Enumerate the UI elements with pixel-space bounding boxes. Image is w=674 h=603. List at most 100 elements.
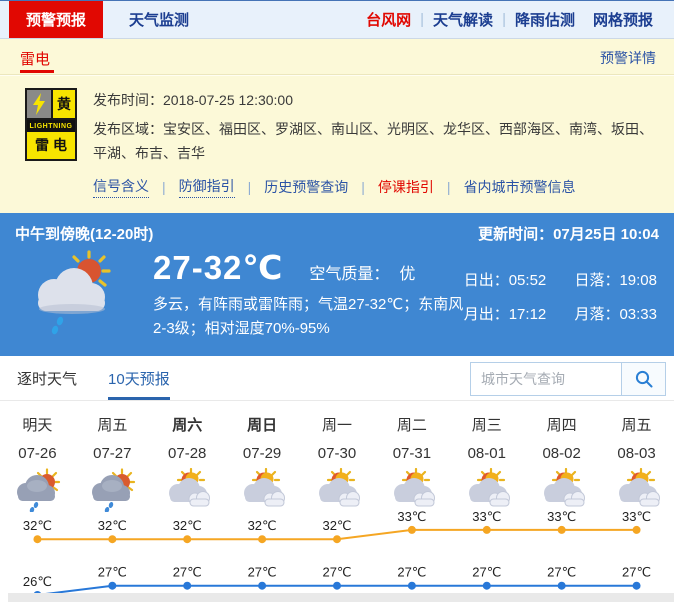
warning-body: 黄 LIGHTNING 雷电 发布时间：2018-07-25 12:30:00 … bbox=[0, 75, 674, 198]
forecast-day-column[interactable]: 周一 07-30 bbox=[300, 414, 375, 512]
horizontal-scrollbar[interactable] bbox=[8, 593, 674, 602]
chart-point bbox=[258, 582, 266, 590]
publish-area-line: 发布区域：宝安区、福田区、罗湖区、南山区、光明区、龙华区、西部海区、南湾、坂田、… bbox=[93, 117, 653, 165]
link-separator: | bbox=[361, 179, 365, 195]
warning-color-char: 黄 bbox=[53, 90, 75, 118]
forecast-day-column[interactable]: 周六07-28 bbox=[150, 414, 225, 512]
chart-point bbox=[633, 582, 641, 590]
chart-point bbox=[33, 535, 41, 543]
chart-point bbox=[633, 526, 641, 534]
lightning-bolt-icon bbox=[27, 90, 53, 118]
chart-point bbox=[333, 582, 341, 590]
warning-panel-header: 雷电 预警详情 bbox=[0, 39, 674, 75]
tab-weather-monitor-label: 天气监测 bbox=[129, 9, 189, 30]
chart-point bbox=[483, 582, 491, 590]
nav-links: 台风网|天气解读|降雨估测网格预报 bbox=[357, 1, 674, 38]
chart-point bbox=[558, 582, 566, 590]
day-date: 07-26 bbox=[0, 445, 75, 462]
publish-time-label: 发布时间： bbox=[93, 92, 163, 108]
day-name: 明天 bbox=[0, 414, 75, 435]
air-quality: 空气质量：优 bbox=[309, 260, 415, 284]
tab-weather-monitor[interactable]: 天气监测 bbox=[103, 1, 215, 38]
tab-hourly-weather[interactable]: 逐时天气 bbox=[17, 356, 77, 400]
temp-label: 27℃ bbox=[173, 565, 202, 580]
forecast-day-column[interactable]: 明天 07-26 bbox=[0, 414, 75, 512]
warning-link-2[interactable]: 防御指引 bbox=[179, 176, 235, 198]
sunset-time: 日落：19:08 bbox=[574, 272, 657, 289]
warning-type-text: 雷电 bbox=[27, 132, 75, 157]
warning-panel: 雷电 预警详情 黄 LIGHTNING 雷电 发布时间：2018-07-25 1… bbox=[0, 39, 674, 213]
link-separator: | bbox=[248, 179, 252, 195]
forecast-tab-bar: 逐时天气 10天预报 bbox=[0, 356, 674, 401]
warning-link-4[interactable]: 停课指引 bbox=[378, 177, 434, 197]
forecast-days: 明天07-26 周五07-27 周六 bbox=[0, 401, 674, 512]
warning-link-1[interactable]: 信号含义 bbox=[93, 176, 149, 198]
chart-point bbox=[408, 526, 416, 534]
publish-time-line: 发布时间：2018-07-25 12:30:00 bbox=[93, 90, 656, 110]
forecast-day-column[interactable]: 周三 08-01 bbox=[449, 414, 524, 512]
warning-link-5[interactable]: 省内城市预警信息 bbox=[464, 177, 576, 197]
forecast-day-column[interactable]: 周四 08-02 bbox=[524, 414, 599, 512]
sun-moon-times: 日出：05:52 日落：19:08 月出：17:12 月落：03:33 bbox=[464, 248, 657, 341]
day-name: 周二 bbox=[374, 414, 449, 435]
day-name: 周三 bbox=[449, 414, 524, 435]
chart-point bbox=[558, 526, 566, 534]
update-time: 更新时间：07月25日 10:04 bbox=[478, 223, 659, 244]
forecast-period-label: 中午到傍晚(12-20时) bbox=[15, 223, 153, 244]
nav-link-4[interactable]: 网格预报 bbox=[584, 9, 662, 30]
tab-warning-forecast[interactable]: 预警预报 bbox=[9, 1, 103, 38]
day-name: 周一 bbox=[300, 414, 375, 435]
search-icon bbox=[634, 369, 654, 389]
city-search bbox=[470, 362, 666, 396]
search-button[interactable] bbox=[622, 362, 666, 396]
day-date: 07-30 bbox=[300, 445, 375, 462]
day-date: 07-29 bbox=[225, 445, 300, 462]
warning-links: 信号含义|防御指引|历史预警查询|停课指引|省内城市预警信息 bbox=[93, 176, 656, 198]
warning-link-3[interactable]: 历史预警查询 bbox=[264, 177, 348, 197]
temp-label: 33℃ bbox=[622, 509, 651, 524]
city-search-input[interactable] bbox=[470, 362, 622, 396]
nav-link-1[interactable]: 台风网 bbox=[357, 9, 420, 30]
warning-band-text: LIGHTNING bbox=[27, 120, 75, 132]
day-date: 08-02 bbox=[524, 445, 599, 462]
publish-area-value: 宝安区、福田区、罗湖区、南山区、光明区、龙华区、西部海区、南湾、坂田、平湖、布吉… bbox=[93, 121, 653, 161]
temp-label: 26℃ bbox=[23, 574, 52, 589]
temp-label: 27℃ bbox=[397, 565, 426, 580]
current-conditions-panel: 中午到傍晚(12-20时) 更新时间：07月25日 10:04 bbox=[0, 213, 674, 356]
temp-label: 27℃ bbox=[98, 565, 127, 580]
day-date: 07-31 bbox=[374, 445, 449, 462]
tab-ten-day-forecast[interactable]: 10天预报 bbox=[108, 356, 170, 400]
temp-label: 32℃ bbox=[248, 518, 277, 533]
forecast-day-column[interactable]: 周二 07-31 bbox=[374, 414, 449, 512]
day-date: 08-01 bbox=[449, 445, 524, 462]
warning-detail-link[interactable]: 预警详情 bbox=[600, 48, 656, 68]
cloud-rain-sun-icon bbox=[25, 248, 125, 336]
publish-time-value: 2018-07-25 12:30:00 bbox=[163, 92, 293, 108]
forecast-day-column[interactable]: 周日 07-29 bbox=[225, 414, 300, 512]
day-date: 07-27 bbox=[75, 445, 150, 462]
forecast-day-column[interactable]: 周五07-27 bbox=[75, 414, 150, 512]
top-nav: 预警预报 天气监测 台风网|天气解读|降雨估测网格预报 bbox=[0, 1, 674, 39]
chart-point bbox=[258, 535, 266, 543]
link-separator: | bbox=[162, 179, 166, 195]
chart-point bbox=[483, 526, 491, 534]
forecast-day-column[interactable]: 周五08-03 bbox=[599, 414, 674, 512]
chart-point bbox=[108, 535, 116, 543]
warning-type-label: 雷电 bbox=[20, 48, 50, 69]
nav-link-2[interactable]: 天气解读 bbox=[424, 9, 502, 30]
nav-link-3[interactable]: 降雨估测 bbox=[506, 9, 584, 30]
temp-label: 33℃ bbox=[547, 509, 576, 524]
moonset-time: 月落：03:33 bbox=[574, 306, 657, 323]
day-name: 周四 bbox=[524, 414, 599, 435]
temp-label: 32℃ bbox=[322, 518, 351, 533]
temperature-range: 27-32℃ bbox=[153, 248, 283, 287]
chart-point bbox=[108, 582, 116, 590]
ten-day-forecast-section: 明天07-26 周五07-27 周六 bbox=[0, 401, 674, 603]
lightning-yellow-warning-icon: 黄 LIGHTNING 雷电 bbox=[25, 88, 77, 161]
temp-label: 33℃ bbox=[472, 509, 501, 524]
warning-text-block: 发布时间：2018-07-25 12:30:00 发布区域：宝安区、福田区、罗湖… bbox=[93, 88, 656, 198]
day-name: 周日 bbox=[225, 414, 300, 435]
temp-label: 32℃ bbox=[173, 518, 202, 533]
chart-point bbox=[408, 582, 416, 590]
chart-point bbox=[333, 535, 341, 543]
